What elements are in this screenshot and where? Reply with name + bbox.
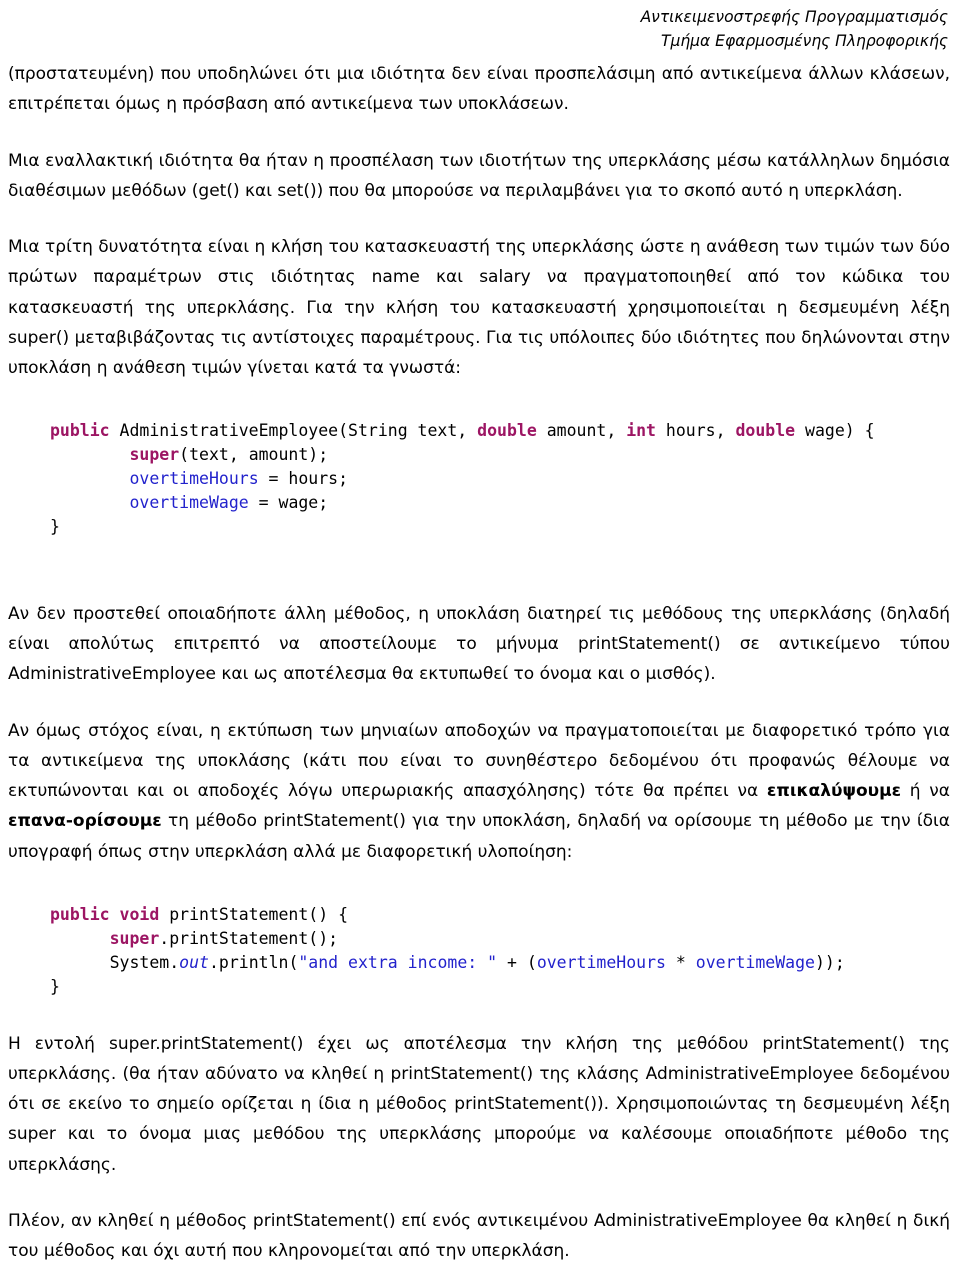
code-text: amount, <box>536 421 627 441</box>
paragraph-super-constructor: Μια τρίτη δυνατότητα είναι η κλήση του κ… <box>8 237 950 379</box>
code-text: wage) { <box>795 421 875 441</box>
code-line: public AdministrativeEmployee(String tex… <box>50 419 950 443</box>
paragraph-dynamic-dispatch: Πλέον, αν κληθεί η μέθοδος printStatemen… <box>8 1210 950 1262</box>
code-keyword-super: super <box>109 928 160 948</box>
header-department: Τμήμα Εφαρμοσμένης Πληροφορικής <box>661 31 948 50</box>
bold-term-override: επικαλύψουμε <box>766 781 902 802</box>
code-text: .printStatement(); <box>159 928 339 948</box>
paragraph-protected-access: (προστατευμένη) που υποδηλώνει ότι μια ι… <box>8 64 950 115</box>
document-header: Αντικειμενοστρεφής Προγραμματισμός Τμήμα… <box>8 6 950 53</box>
code-keyword: double <box>735 421 796 441</box>
paragraph-super-call-effect: Η εντολή super.printStatement() έχει ως … <box>8 1033 950 1175</box>
code-text: = hours; <box>258 469 349 489</box>
code-line: super(text, amount); <box>50 443 950 467</box>
code-text: * <box>665 952 696 972</box>
code-field-overtimehours: overtimeHours <box>129 469 259 489</box>
code-text: System. <box>109 952 180 972</box>
code-keyword: public <box>50 421 110 441</box>
document-page: Αντικειμενοστρεφής Προγραμματισμός Τμήμα… <box>0 0 960 1280</box>
code-text: AdministrativeEmployee(String text, <box>109 421 478 441</box>
code-line: System.out.println("and extra income: " … <box>50 951 950 975</box>
code-text: } <box>50 976 60 996</box>
code-text: .println( <box>208 952 299 972</box>
code-text: = wage; <box>248 493 329 513</box>
code-line: } <box>50 975 950 999</box>
code-string-literal: "and extra income: " <box>298 952 498 972</box>
code-field-overtimewage: overtimeWage <box>695 952 815 972</box>
code-keyword: double <box>477 421 537 441</box>
code-text: hours, <box>656 421 736 441</box>
code-text: )); <box>814 952 845 972</box>
code-line: } <box>50 515 950 539</box>
code-line: overtimeHours = hours; <box>50 467 950 491</box>
paragraph-inherited-methods: Αν δεν προστεθεί οποιαδήποτε άλλη μέθοδο… <box>8 603 950 685</box>
code-line: overtimeWage = wage; <box>50 491 950 515</box>
code-static-field-out: out <box>179 952 209 972</box>
bold-term-redefine: επανα-ορίσουμε <box>8 811 162 832</box>
header-course-title: Αντικειμενοστρεφής Προγραμματισμός <box>640 8 948 26</box>
code-text: printStatement() { <box>159 904 349 924</box>
code-line: super.printStatement(); <box>50 927 950 951</box>
code-block-printstatement: public void printStatement() { super.pri… <box>8 903 950 999</box>
code-field-overtimewage: overtimeWage <box>129 493 249 513</box>
code-text: + ( <box>497 952 537 972</box>
paragraph-getters-setters: Μια εναλλακτική ιδιότητα θα ήταν η προσπ… <box>8 150 950 201</box>
code-text: (text, amount); <box>179 445 329 465</box>
code-line: public void printStatement() { <box>50 903 950 927</box>
paragraph-text-part: ή να <box>901 781 950 802</box>
paragraph-override-explanation: Αν όμως στόχος είναι, η εκτύπωση των μην… <box>8 716 950 867</box>
code-block-constructor: public AdministrativeEmployee(String tex… <box>8 419 950 539</box>
code-text: } <box>50 517 60 537</box>
code-keyword: public void <box>50 904 160 924</box>
code-keyword: int <box>626 421 656 441</box>
code-keyword-super: super <box>129 445 180 465</box>
code-field-overtimehours: overtimeHours <box>536 952 666 972</box>
